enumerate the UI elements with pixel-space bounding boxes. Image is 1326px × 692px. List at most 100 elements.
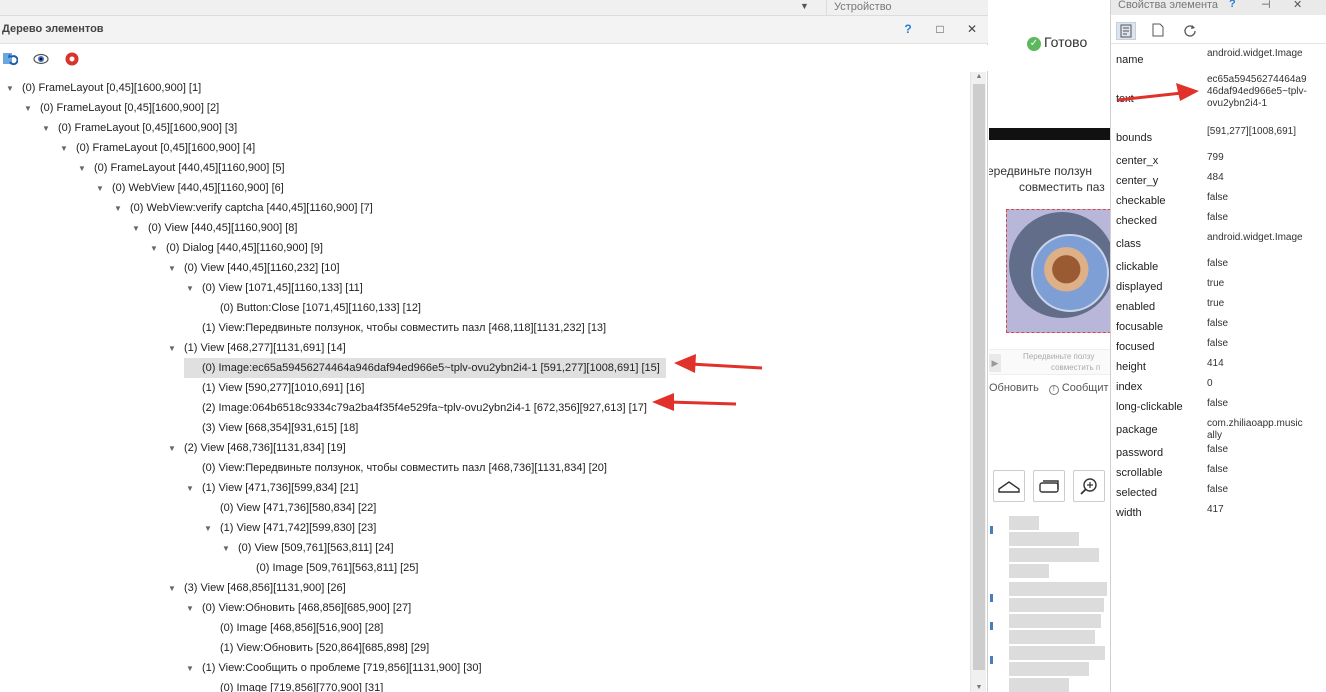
expand-toggle-icon[interactable]: ▼ bbox=[166, 439, 178, 459]
refresh-tree-icon[interactable] bbox=[2, 51, 19, 67]
property-row[interactable]: enabled true bbox=[1111, 297, 1326, 317]
property-row[interactable]: package com.zhiliaoapp.musically bbox=[1111, 417, 1326, 443]
property-row[interactable]: height 414 bbox=[1111, 357, 1326, 377]
tree-node[interactable]: ▼ (0) WebView:verify captcha [440,45][116… bbox=[112, 198, 379, 218]
tree-node[interactable]: ▼ (1) View:Сообщить о проблеме [719,856][… bbox=[184, 658, 488, 678]
scroll-down-icon[interactable]: ▼ bbox=[971, 684, 987, 691]
tree-node[interactable]: (0) Image:ec65a59456274464a946daf94ed966… bbox=[184, 358, 666, 378]
property-row[interactable]: password false bbox=[1111, 443, 1326, 463]
property-row[interactable]: center_y 484 bbox=[1111, 171, 1326, 191]
property-row[interactable]: clickable false bbox=[1111, 257, 1326, 277]
expand-toggle-icon[interactable]: ▼ bbox=[166, 579, 178, 599]
property-row[interactable]: index 0 bbox=[1111, 377, 1326, 397]
close-button[interactable]: ✕ bbox=[963, 20, 981, 38]
tree-node[interactable]: ▼ (0) FrameLayout [440,45][1160,900] [5] bbox=[76, 158, 291, 178]
scroll-up-icon[interactable]: ▲ bbox=[971, 73, 987, 80]
expand-toggle-icon[interactable]: ▼ bbox=[184, 599, 196, 619]
expand-toggle-icon[interactable]: ▼ bbox=[220, 539, 232, 559]
property-row[interactable]: center_x 799 bbox=[1111, 151, 1326, 171]
refresh-link[interactable]: Обновить bbox=[989, 382, 1039, 394]
property-row[interactable]: scrollable false bbox=[1111, 463, 1326, 483]
property-row[interactable]: selected false bbox=[1111, 483, 1326, 503]
expand-toggle-icon[interactable]: ▼ bbox=[40, 119, 52, 139]
pin-icon[interactable]: ⊣ bbox=[1261, 0, 1271, 11]
expand-toggle-icon[interactable]: ▼ bbox=[184, 659, 196, 679]
help-button[interactable]: ? bbox=[1229, 0, 1236, 10]
tree-node[interactable]: (0) Button:Close [1071,45][1160,133] [12… bbox=[202, 298, 427, 318]
expand-toggle-icon[interactable]: ▼ bbox=[166, 339, 178, 359]
tree-node[interactable]: (1) View:Обновить [520,864][685,898] [29… bbox=[202, 638, 435, 658]
refresh-icon[interactable] bbox=[1180, 22, 1200, 40]
tree-node[interactable]: ▼ (0) View [1071,45][1160,133] [11] bbox=[184, 278, 369, 298]
tree-scrollbar[interactable]: ▲ ▼ bbox=[970, 72, 986, 692]
report-link[interactable]: Сообщит bbox=[1062, 382, 1109, 394]
tree-node[interactable]: (0) View:Передвиньте ползунок, чтобы сов… bbox=[184, 458, 613, 478]
property-row[interactable]: displayed true bbox=[1111, 277, 1326, 297]
slider-handle[interactable]: ▶ bbox=[989, 354, 1001, 372]
tree-node[interactable]: ▼ (2) View [468,736][1131,834] [19] bbox=[166, 438, 352, 458]
recent-apps-button[interactable] bbox=[1033, 470, 1065, 502]
expand-toggle-icon[interactable]: ▼ bbox=[184, 279, 196, 299]
eye-icon[interactable] bbox=[33, 51, 49, 67]
zoom-button[interactable] bbox=[1073, 470, 1105, 502]
tree-node[interactable]: ▼ (0) Dialog [440,45][1160,900] [9] bbox=[148, 238, 329, 258]
property-value: android.widget.Image bbox=[1207, 48, 1303, 59]
dropdown-arrow-icon[interactable]: ▼ bbox=[800, 1, 809, 11]
home-button[interactable] bbox=[993, 470, 1025, 502]
expand-toggle-icon[interactable]: ▼ bbox=[202, 519, 214, 539]
expand-toggle-icon[interactable]: ▼ bbox=[58, 139, 70, 159]
property-row[interactable]: text ec65a59456274464a946daf94ed966e5~tpl… bbox=[1111, 73, 1326, 125]
tree-node[interactable]: ▼ (0) WebView [440,45][1160,900] [6] bbox=[94, 178, 290, 198]
tree-node[interactable]: ▼ (3) View [468,856][1131,900] [26] bbox=[166, 578, 352, 598]
document-icon[interactable] bbox=[1148, 22, 1168, 40]
help-button[interactable]: ? bbox=[899, 20, 917, 38]
expand-toggle-icon[interactable]: ▼ bbox=[130, 219, 142, 239]
tree-node[interactable]: ▼ (0) FrameLayout [0,45][1600,900] [2] bbox=[22, 98, 225, 118]
property-row[interactable]: width 417 bbox=[1111, 503, 1326, 523]
tree-node[interactable]: (3) View [668,354][931,615] [18] bbox=[184, 418, 364, 438]
tree-node[interactable]: ▼ (0) View [440,45][1160,900] [8] bbox=[130, 218, 303, 238]
close-button[interactable]: ✕ bbox=[1293, 0, 1302, 11]
tree-node[interactable]: ▼ (0) View:Обновить [468,856][685,900] [2… bbox=[184, 598, 417, 618]
property-row[interactable]: bounds [591,277][1008,691] bbox=[1111, 125, 1326, 151]
expand-toggle-icon[interactable]: ▼ bbox=[76, 159, 88, 179]
tree-node[interactable]: ▼ (1) View [471,742][599,830] [23] bbox=[202, 518, 382, 538]
property-row[interactable]: checked false bbox=[1111, 211, 1326, 231]
property-row[interactable]: focusable false bbox=[1111, 317, 1326, 337]
property-row[interactable]: checkable false bbox=[1111, 191, 1326, 211]
tree-node[interactable]: ▼ (0) View [509,761][563,811] [24] bbox=[220, 538, 400, 558]
tree-node[interactable]: (0) View [471,736][580,834] [22] bbox=[202, 498, 382, 518]
properties-view-icon[interactable] bbox=[1116, 22, 1136, 40]
blurred-content bbox=[1009, 582, 1107, 596]
expand-toggle-icon[interactable]: ▼ bbox=[112, 199, 124, 219]
tree-node[interactable]: ▼ (0) FrameLayout [0,45][1600,900] [4] bbox=[58, 138, 261, 158]
tree-node[interactable]: (0) Image [468,856][516,900] [28] bbox=[202, 618, 389, 638]
captcha-slider[interactable]: ▶ Передвиньте ползу совместить п bbox=[989, 349, 1110, 375]
expand-toggle-icon[interactable]: ▼ bbox=[94, 179, 106, 199]
expand-toggle-icon[interactable]: ▼ bbox=[4, 79, 16, 99]
tree-node[interactable]: ▼ (0) FrameLayout [0,45][1600,900] [1] bbox=[4, 78, 207, 98]
tree-node[interactable]: ▼ (0) FrameLayout [0,45][1600,900] [3] bbox=[40, 118, 243, 138]
maximize-button[interactable]: □ bbox=[931, 20, 949, 38]
tree-node[interactable]: (2) Image:064b6518c9334c79a2ba4f35f4e529… bbox=[184, 398, 653, 418]
tree-node[interactable]: (0) Image [509,761][563,811] [25] bbox=[238, 558, 424, 578]
expand-toggle-icon[interactable]: ▼ bbox=[184, 479, 196, 499]
tree-node[interactable]: ▼ (1) View [471,736][599,834] [21] bbox=[184, 478, 364, 498]
property-row[interactable]: class android.widget.Image bbox=[1111, 231, 1326, 257]
stop-record-icon[interactable] bbox=[64, 51, 80, 67]
expand-toggle-icon[interactable]: ▼ bbox=[166, 259, 178, 279]
property-key: package bbox=[1116, 424, 1158, 436]
tree-node[interactable]: (1) View [590,277][1010,691] [16] bbox=[184, 378, 370, 398]
expand-toggle-icon[interactable]: ▼ bbox=[22, 99, 34, 119]
element-tree-panel: Дерево элементов ? □ ✕ ▼ (0) FrameLayout … bbox=[0, 16, 988, 692]
expand-toggle-icon[interactable]: ▼ bbox=[148, 239, 160, 259]
tree-node[interactable]: ▼ (0) View [440,45][1160,232] [10] bbox=[166, 258, 346, 278]
property-row[interactable]: long-clickable false bbox=[1111, 397, 1326, 417]
tree-node[interactable]: (0) Image [719,856][770,900] [31] bbox=[202, 678, 389, 692]
property-row[interactable]: name android.widget.Image bbox=[1111, 47, 1326, 73]
tree-node[interactable]: ▼ (1) View [468,277][1131,691] [14] bbox=[166, 338, 352, 358]
tree-node[interactable]: (1) View:Передвиньте ползунок, чтобы сов… bbox=[184, 318, 612, 338]
scrollbar-thumb[interactable] bbox=[973, 84, 985, 670]
property-row[interactable]: focused false bbox=[1111, 337, 1326, 357]
tree-node-label: (1) View [471,742][599,830] [23] bbox=[220, 522, 377, 534]
